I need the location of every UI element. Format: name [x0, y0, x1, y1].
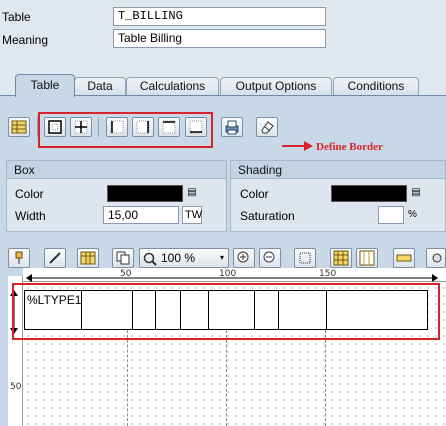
copy-button[interactable]: [112, 248, 134, 268]
chevron-down-icon: ▾: [220, 253, 225, 262]
box-group: Box Color ▤ Width 15,00 TW: [6, 160, 227, 232]
box-group-title: Box: [7, 161, 226, 179]
shading-color-label: Color: [240, 187, 269, 201]
box-width-label: Width: [15, 209, 46, 223]
arrow-right-icon: [282, 141, 313, 151]
zoom-dropdown[interactable]: 100 % ▾: [139, 248, 229, 268]
pencil-button[interactable]: [44, 248, 66, 268]
grid-icon: [11, 120, 27, 134]
snap-grid-icon: [359, 250, 375, 266]
pin-button[interactable]: [8, 248, 30, 268]
vruler-mark: 50: [10, 382, 22, 392]
table-name-field[interactable]: T_BILLING: [113, 7, 326, 26]
guide-line: [226, 330, 227, 426]
box-color-label: Color: [15, 187, 44, 201]
tab-table[interactable]: Table: [15, 74, 75, 97]
grid-button[interactable]: [330, 248, 352, 268]
table-icon: [80, 251, 96, 265]
shading-group: Shading Color ▤ Saturation %: [230, 160, 446, 232]
define-border-highlight: [38, 112, 213, 148]
zoom-out-button[interactable]: [259, 248, 281, 268]
snap-grid-button[interactable]: [356, 248, 378, 268]
fit-icon: [299, 252, 311, 264]
width-arrow: [26, 274, 438, 282]
settings-button[interactable]: [426, 248, 446, 268]
gear-icon: [432, 253, 442, 263]
eraser-button[interactable]: [256, 117, 278, 137]
tab-output-options[interactable]: Output Options: [220, 77, 332, 96]
table-button[interactable]: [77, 248, 99, 268]
box-color-swatch[interactable]: [107, 185, 183, 202]
table-properties-button[interactable]: [8, 117, 30, 137]
copy-icon: [116, 251, 130, 265]
pin-icon: [15, 251, 23, 264]
shading-color-swatch[interactable]: [331, 185, 407, 202]
zoom-out-icon: [263, 251, 275, 263]
pencil-icon: [49, 252, 61, 264]
box-width-unit[interactable]: TW: [182, 206, 202, 224]
guide-line: [325, 330, 326, 426]
table-row-highlight: [12, 283, 440, 340]
grid-icon: [333, 250, 349, 266]
table-label: Table: [2, 10, 31, 24]
tabstrip: Table Data Calculations Output Options C…: [0, 74, 446, 97]
zoom-value: 100 %: [161, 251, 196, 265]
box-width-input[interactable]: 15,00: [103, 206, 179, 224]
zoom-in-icon: [237, 251, 249, 263]
tab-data[interactable]: Data: [74, 77, 126, 96]
saturation-input[interactable]: [378, 206, 404, 224]
eraser-icon: [261, 121, 274, 134]
ruler-button[interactable]: [393, 248, 415, 268]
box-color-picker-icon[interactable]: ▤: [185, 185, 199, 201]
ruler-icon: [396, 254, 412, 262]
shading-color-picker-icon[interactable]: ▤: [409, 185, 423, 201]
print-button[interactable]: [221, 117, 243, 137]
guide-line: [127, 330, 128, 426]
shading-group-title: Shading: [231, 161, 445, 179]
tab-conditions[interactable]: Conditions: [333, 77, 419, 96]
zoom-in-button[interactable]: [233, 248, 255, 268]
meaning-label: Meaning: [2, 33, 49, 47]
annotation-text: Define Border: [316, 141, 383, 153]
print-icon: [225, 120, 239, 135]
magnifier-icon: [143, 252, 157, 266]
tab-calculations[interactable]: Calculations: [126, 77, 219, 96]
fit-button[interactable]: [294, 248, 316, 268]
saturation-label: Saturation: [240, 209, 295, 223]
meaning-field[interactable]: Table Billing: [113, 29, 326, 48]
saturation-unit: %: [408, 209, 417, 220]
